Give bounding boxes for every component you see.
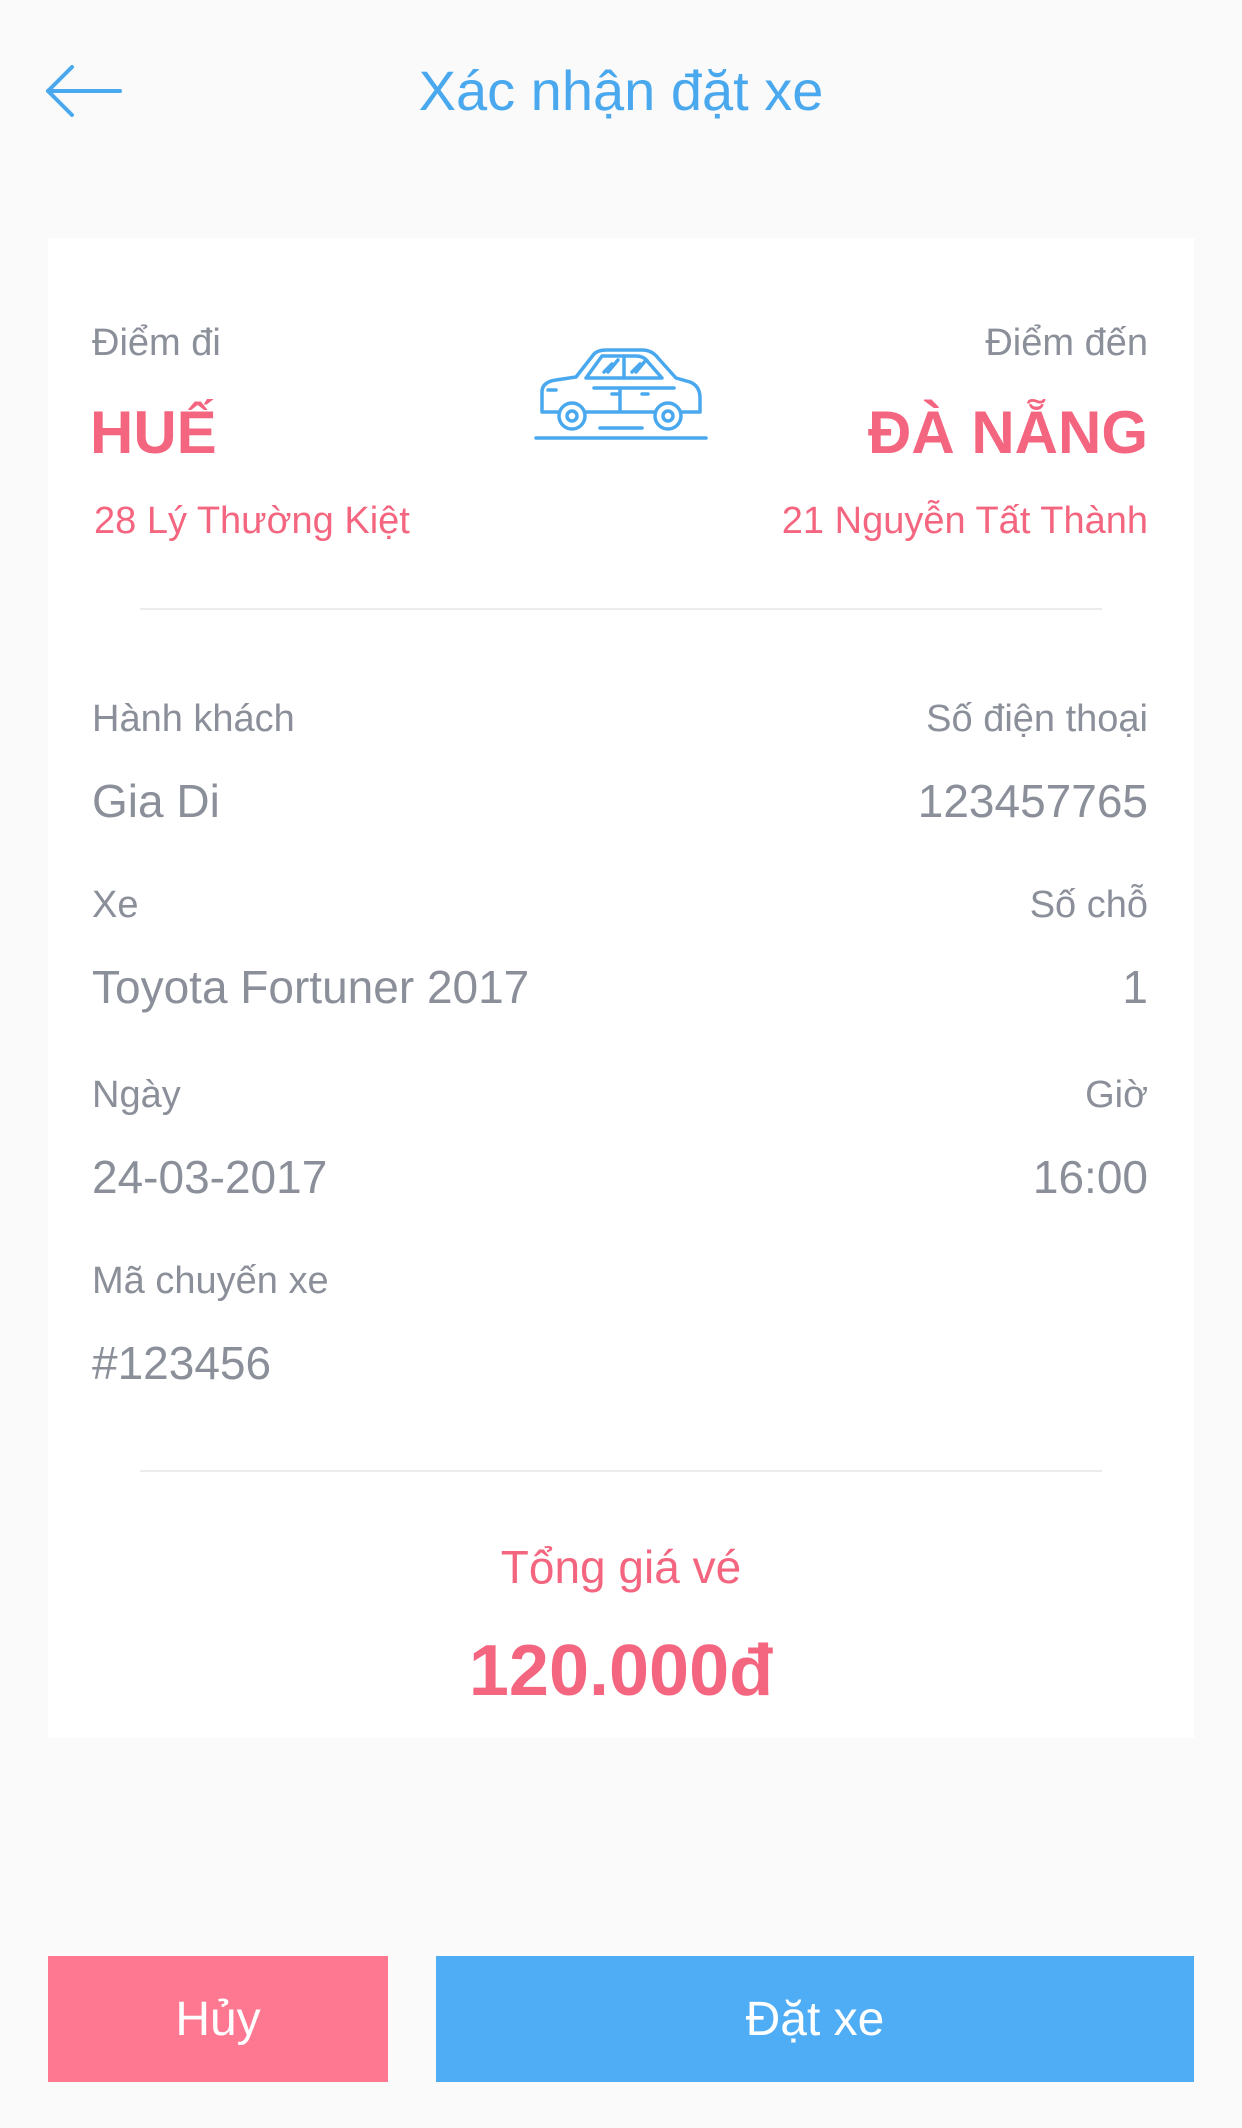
car-icon	[534, 342, 708, 446]
to-city: ĐÀ NẴNG	[868, 399, 1148, 466]
from-city: HUẾ	[90, 399, 217, 466]
car-value: Toyota Fortuner 2017	[92, 961, 530, 1013]
to-label: Điểm đến	[985, 322, 1148, 364]
phone-value: 123457765	[917, 775, 1148, 827]
total-price: 120.000đ	[468, 1631, 774, 1711]
trip-code-label: Mã chuyến xe	[92, 1260, 329, 1302]
page-title: Xác nhận đặt xe	[418, 59, 824, 122]
seats-value: 1	[1122, 961, 1148, 1013]
date-value: 24-03-2017	[92, 1151, 328, 1203]
book-button-label: Đặt xe	[745, 1992, 885, 2046]
divider	[140, 1470, 1102, 1472]
from-label: Điểm đi	[92, 322, 221, 364]
cancel-button-label: Hủy	[175, 1992, 261, 2046]
to-address: 21 Nguyễn Tất Thành	[781, 500, 1148, 542]
phone-label: Số điện thoại	[926, 698, 1148, 740]
book-button[interactable]: Đặt xe	[436, 1956, 1194, 2082]
seats-label: Số chỗ	[1029, 884, 1148, 926]
passenger-value: Gia Di	[92, 775, 220, 827]
time-label: Giờ	[1085, 1074, 1148, 1116]
car-label: Xe	[92, 884, 139, 926]
booking-card: Điểm đi HUẾ 28 Lý Thường Kiệt Điểm đến Đ…	[48, 238, 1194, 1738]
divider	[140, 608, 1102, 610]
from-address: 28 Lý Thường Kiệt	[94, 500, 410, 542]
passenger-label: Hành khách	[92, 698, 295, 740]
time-value: 16:00	[1032, 1151, 1148, 1203]
total-label: Tổng giá vé	[500, 1541, 742, 1593]
trip-code-value: #123456	[92, 1337, 272, 1389]
header: Xác nhận đặt xe	[0, 0, 1242, 190]
cancel-button[interactable]: Hủy	[48, 1956, 388, 2082]
date-label: Ngày	[92, 1074, 181, 1116]
